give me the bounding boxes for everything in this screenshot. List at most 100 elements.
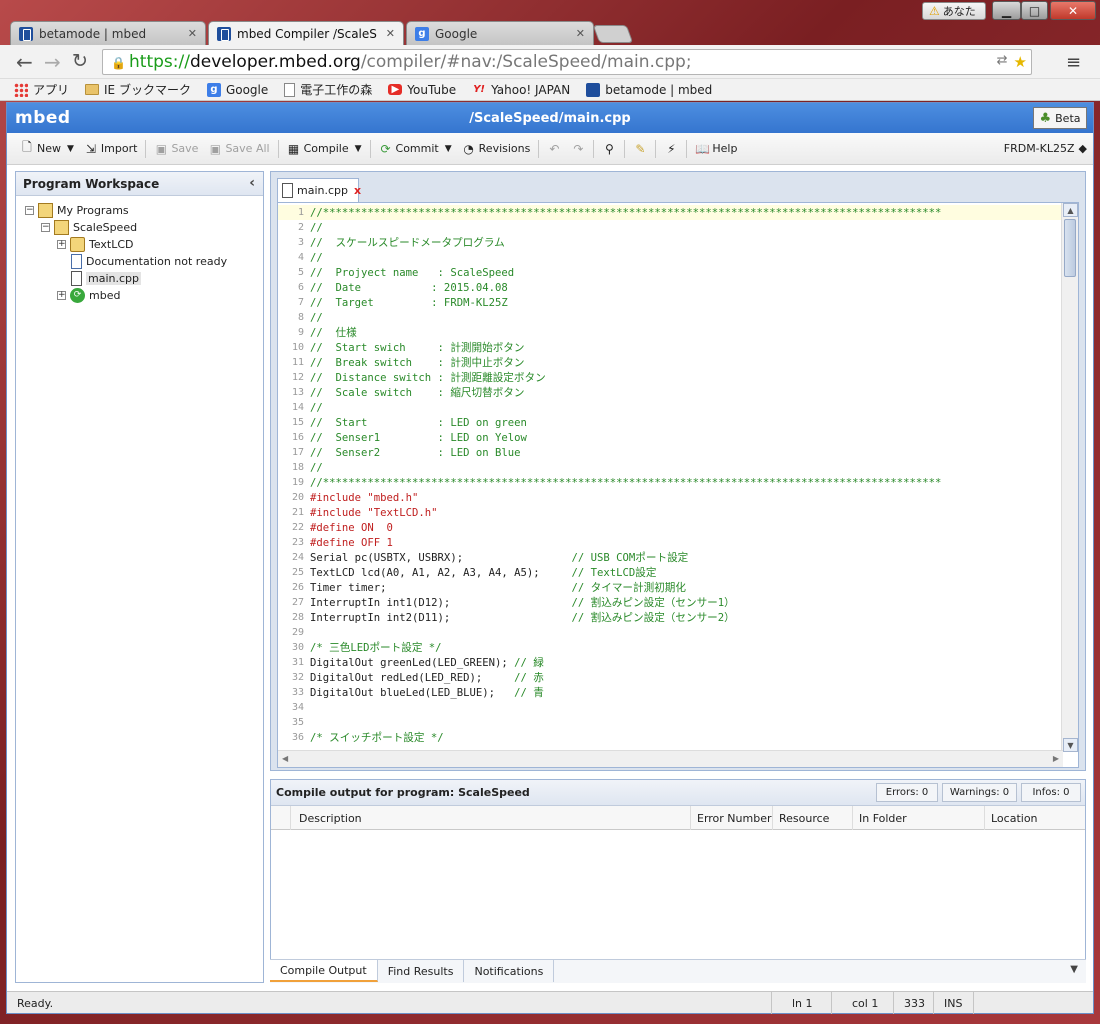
close-window-button[interactable]: ✕ bbox=[1050, 1, 1096, 20]
tab-close-icon[interactable]: ✕ bbox=[188, 27, 197, 40]
tab-compile-output[interactable]: Compile Output bbox=[270, 960, 378, 982]
bookmark-denshi[interactable]: 電子工作の森 bbox=[284, 81, 372, 98]
code-line[interactable]: 14 // bbox=[278, 400, 1062, 415]
code-line[interactable]: 28 InterruptIn int2(D11); // 割込みピン設定（センサー… bbox=[278, 610, 1062, 625]
redo-button[interactable]: ↷ bbox=[566, 138, 590, 160]
code-line[interactable]: 32 DigitalOut redLed(LED_RED); // 赤 bbox=[278, 670, 1062, 685]
tab-close-icon[interactable]: ✕ bbox=[386, 27, 395, 40]
scroll-down-icon[interactable]: ▼ bbox=[1063, 738, 1078, 752]
code-line[interactable]: 36 /* スイッチポート設定 */ bbox=[278, 730, 1062, 745]
collapse-icon[interactable]: ‹ bbox=[249, 175, 255, 191]
code-line[interactable]: 24 Serial pc(USBTX, USBRX); // USB COMポート… bbox=[278, 550, 1062, 565]
bookmark-ie[interactable]: IE ブックマーク bbox=[85, 81, 191, 98]
maximize-button[interactable]: □ bbox=[1021, 1, 1048, 20]
import-button[interactable]: ⇲ Import bbox=[79, 138, 143, 160]
column-error-number[interactable]: Error Number bbox=[691, 806, 773, 830]
format-button[interactable]: ✎ bbox=[628, 138, 652, 160]
code-line[interactable]: 15 // Start : LED on green bbox=[278, 415, 1062, 430]
code-line[interactable]: 35 bbox=[278, 715, 1062, 730]
code-line[interactable]: 25 TextLCD lcd(A0, A1, A2, A3, A4, A5); /… bbox=[278, 565, 1062, 580]
warnings-count[interactable]: Warnings: 0 bbox=[942, 783, 1017, 802]
code-line[interactable]: 4 // bbox=[278, 250, 1062, 265]
expand-toggle-icon[interactable]: + bbox=[57, 239, 66, 249]
column-resource[interactable]: Resource bbox=[773, 806, 853, 830]
scroll-left-icon[interactable]: ◀ bbox=[282, 754, 288, 763]
device-selector[interactable]: FRDM-KL25Z ◆ bbox=[1004, 142, 1087, 155]
code-line[interactable]: 5 // Projyect name : ScaleSpeed bbox=[278, 265, 1062, 280]
code-line[interactable]: 9 // 仕様 bbox=[278, 325, 1062, 340]
tab-mbed-compiler[interactable]: mbed Compiler /ScaleS ✕ bbox=[208, 21, 404, 45]
find-button[interactable]: ⚲ bbox=[597, 138, 621, 160]
code-line[interactable]: 1 //*************************************… bbox=[278, 205, 1062, 220]
errors-count[interactable]: Errors: 0 bbox=[876, 783, 938, 802]
code-line[interactable]: 27 InterruptIn int1(D12); // 割込みピン設定（センサー… bbox=[278, 595, 1062, 610]
tab-find-results[interactable]: Find Results bbox=[378, 960, 465, 982]
bookmark-star-icon[interactable]: ★ bbox=[1014, 53, 1027, 71]
address-bar[interactable]: 🔒 https://developer.mbed.org/compiler/#n… bbox=[102, 49, 1032, 75]
beta-button[interactable]: ♣ Beta bbox=[1033, 107, 1087, 129]
save-all-button[interactable]: ▣ Save All bbox=[203, 138, 274, 160]
code-line[interactable]: 7 // Target : FRDM-KL25Z bbox=[278, 295, 1062, 310]
scroll-right-icon[interactable]: ▶ bbox=[1053, 754, 1059, 763]
code-line[interactable]: 34 bbox=[278, 700, 1062, 715]
tree-scalespeed[interactable]: − ScaleSpeed bbox=[41, 219, 137, 235]
code-line[interactable]: 20 #include "mbed.h" bbox=[278, 490, 1062, 505]
collapse-toggle-icon[interactable]: − bbox=[41, 222, 50, 232]
forward-arrow-icon[interactable]: → bbox=[44, 50, 61, 74]
tree-textlcd[interactable]: + TextLCD bbox=[57, 236, 134, 252]
translate-icon[interactable]: ⇄ bbox=[997, 53, 1008, 71]
code-line[interactable]: 18 // bbox=[278, 460, 1062, 475]
code-line[interactable]: 19 //************************************… bbox=[278, 475, 1062, 490]
help-button[interactable]: 📖 Help bbox=[690, 138, 742, 160]
tab-close-icon[interactable]: ✕ bbox=[576, 27, 585, 40]
menu-icon[interactable]: ≡ bbox=[1066, 52, 1081, 73]
code-line[interactable]: 30 /* 三色LEDポート設定 */ bbox=[278, 640, 1062, 655]
tree-mbed[interactable]: + ⟳ mbed bbox=[57, 287, 120, 303]
code-line[interactable]: 2 // bbox=[278, 220, 1062, 235]
collapse-toggle-icon[interactable]: − bbox=[25, 205, 34, 215]
minimize-button[interactable]: ▁ bbox=[992, 1, 1021, 20]
tab-notifications[interactable]: Notifications bbox=[464, 960, 555, 982]
editor-tab-main-cpp[interactable]: main.cpp x bbox=[277, 178, 361, 202]
code-line[interactable]: 22 #define ON 0 bbox=[278, 520, 1062, 535]
undo-button[interactable]: ↶ bbox=[542, 138, 566, 160]
code-line[interactable]: 33 DigitalOut blueLed(LED_BLUE); // 青 bbox=[278, 685, 1062, 700]
code-line[interactable]: 13 // Scale switch : 縮尺切替ボタン bbox=[278, 385, 1062, 400]
compile-button[interactable]: ▦ Compile ▼ bbox=[282, 138, 367, 160]
code-line[interactable]: 17 // Senser2 : LED on Blue bbox=[278, 445, 1062, 460]
code-line[interactable]: 26 Timer timer; // タイマー計測初期化 bbox=[278, 580, 1062, 595]
bookmark-apps[interactable]: アプリ bbox=[14, 81, 69, 98]
save-button[interactable]: ▣ Save bbox=[149, 138, 203, 160]
user-badge[interactable]: ⚠ あなた bbox=[922, 2, 986, 20]
code-line[interactable]: 6 // Date : 2015.04.08 bbox=[278, 280, 1062, 295]
new-button[interactable]: 🗋 New ▼ bbox=[15, 138, 79, 160]
code-line[interactable]: 11 // Break switch : 計測中止ボタン bbox=[278, 355, 1062, 370]
horizontal-scrollbar[interactable]: ◀ ▶ bbox=[278, 750, 1063, 767]
wand-button[interactable]: ⚡ bbox=[659, 138, 683, 160]
vertical-scrollbar[interactable]: ▲ ▼ bbox=[1061, 203, 1078, 752]
tree-main-cpp[interactable]: main.cpp bbox=[71, 270, 141, 286]
revisions-button[interactable]: ◔ Revisions bbox=[457, 138, 536, 160]
code-editor[interactable]: 1 //*************************************… bbox=[277, 202, 1079, 768]
bookmark-betamode[interactable]: betamode | mbed bbox=[586, 82, 712, 97]
code-line[interactable]: 31 DigitalOut greenLed(LED_GREEN); // 緑 bbox=[278, 655, 1062, 670]
scroll-up-icon[interactable]: ▲ bbox=[1063, 203, 1078, 217]
code-line[interactable]: 10 // Start swich : 計測開始ボタン bbox=[278, 340, 1062, 355]
commit-button[interactable]: ⟳ Commit ▼ bbox=[374, 138, 457, 160]
code-line[interactable]: 23 #define OFF 1 bbox=[278, 535, 1062, 550]
bookmark-youtube[interactable]: ▶ YouTube bbox=[388, 83, 456, 97]
tab-betamode[interactable]: betamode | mbed ✕ bbox=[10, 21, 206, 45]
tab-google[interactable]: g Google ✕ bbox=[406, 21, 594, 45]
bookmark-yahoo[interactable]: Y! Yahoo! JAPAN bbox=[472, 83, 570, 97]
tree-documentation[interactable]: Documentation not ready bbox=[71, 253, 227, 269]
chevron-down-icon[interactable]: ▼ bbox=[1070, 964, 1078, 975]
code-line[interactable]: 29 bbox=[278, 625, 1062, 640]
tree-my-programs[interactable]: − My Programs bbox=[25, 202, 129, 218]
bookmark-google[interactable]: g Google bbox=[206, 82, 268, 97]
scroll-thumb[interactable] bbox=[1064, 219, 1076, 277]
code-line[interactable]: 21 #include "TextLCD.h" bbox=[278, 505, 1062, 520]
code-line[interactable]: 8 // bbox=[278, 310, 1062, 325]
column-in-folder[interactable]: In Folder bbox=[853, 806, 985, 830]
back-arrow-icon[interactable]: ← bbox=[16, 50, 33, 74]
column-location[interactable]: Location bbox=[985, 806, 1085, 830]
